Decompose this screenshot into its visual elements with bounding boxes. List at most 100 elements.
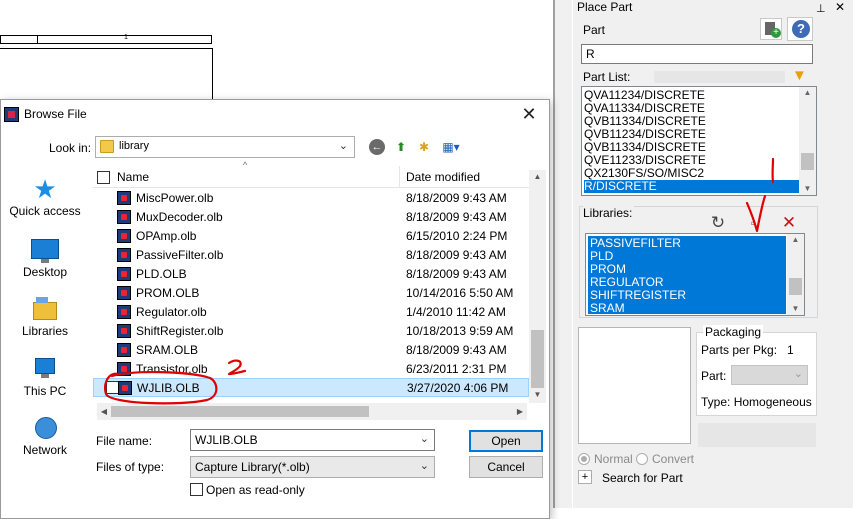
file-type-select[interactable]: Capture Library(*.olb) ⌄: [190, 456, 435, 478]
file-row[interactable]: Regulator.olb 1/4/2010 11:42 AM: [93, 303, 529, 322]
file-type-value: Capture Library(*.olb): [195, 460, 310, 474]
read-only-checkbox[interactable]: [190, 483, 203, 496]
chevron-down-icon: ⌄: [339, 139, 348, 152]
chevron-down-icon[interactable]: ⌄: [420, 432, 429, 445]
search-for-part-label[interactable]: Search for Part: [602, 471, 683, 485]
place-this-pc[interactable]: This PC: [3, 356, 87, 398]
library-file-icon: [117, 362, 131, 376]
new-folder-button[interactable]: ✱: [415, 138, 433, 156]
library-item[interactable]: SRAM: [590, 302, 625, 315]
file-list[interactable]: ^ Name Date modified MiscPower.olb 8/18/…: [93, 166, 543, 398]
file-row-selected[interactable]: WJLIB.OLB 3/27/2020 4:06 PM: [93, 378, 529, 397]
view-menu-button[interactable]: ▦▾: [438, 138, 464, 156]
back-button[interactable]: ←: [369, 139, 385, 155]
packaging-extra-field: [698, 423, 816, 447]
file-name: PROM.OLB: [136, 286, 199, 300]
file-row[interactable]: PassiveFilter.olb 8/18/2009 9:43 AM: [93, 246, 529, 265]
library-file-icon: [117, 191, 131, 205]
column-name[interactable]: Name: [117, 170, 149, 184]
place-label: This PC: [24, 384, 67, 398]
help-button[interactable]: ?: [787, 17, 813, 41]
read-only-label[interactable]: Open as read-only: [206, 483, 305, 497]
part-label: Part: [583, 23, 605, 37]
convert-radio[interactable]: [636, 453, 648, 465]
file-row[interactable]: ShiftRegister.olb 10/18/2013 9:59 AM: [93, 322, 529, 341]
expand-search-button[interactable]: +: [578, 470, 592, 484]
file-row[interactable]: PLD.OLB 8/18/2009 9:43 AM: [93, 265, 529, 284]
file-row[interactable]: MiscPower.olb 8/18/2009 9:43 AM: [93, 189, 529, 208]
convert-label[interactable]: Convert: [652, 452, 694, 466]
part-list-scrollbar[interactable]: ▲ ▼: [799, 87, 816, 195]
place-quick-access[interactable]: ★ Quick access: [3, 176, 87, 218]
scroll-thumb[interactable]: [789, 278, 802, 295]
file-date: 10/14/2016 5:50 AM: [406, 286, 513, 300]
open-button[interactable]: Open: [469, 430, 543, 452]
normal-label[interactable]: Normal: [594, 452, 633, 466]
part-input-value: R: [586, 47, 595, 61]
plus-icon: +: [771, 28, 781, 38]
app-icon: [4, 107, 19, 122]
column-separator[interactable]: [399, 166, 400, 188]
close-icon[interactable]: ✕: [835, 0, 845, 14]
dialog-title: Browse File: [24, 107, 87, 121]
file-row[interactable]: OPAmp.olb 6/15/2010 2:24 PM: [93, 227, 529, 246]
scroll-down-icon[interactable]: ▼: [799, 183, 816, 195]
file-date: 6/23/2011 2:31 PM: [406, 362, 507, 376]
file-name: MiscPower.olb: [136, 191, 213, 205]
file-name-input[interactable]: WJLIB.OLB ⌄: [190, 429, 435, 451]
libraries-list[interactable]: PASSIVEFILTER PLD PROM REGULATOR SHIFTRE…: [585, 233, 805, 316]
file-list-vertical-scrollbar[interactable]: ▲ ▼: [529, 170, 546, 403]
scroll-down-icon[interactable]: ▼: [529, 388, 546, 402]
file-type-label: Files of type:: [96, 460, 164, 474]
place-desktop[interactable]: Desktop: [3, 237, 87, 279]
type-value: Homogeneous: [734, 395, 812, 409]
look-in-select[interactable]: library ⌄: [95, 136, 355, 158]
up-one-level-button[interactable]: ⬆: [392, 138, 410, 156]
refresh-icon[interactable]: ↻: [707, 212, 729, 234]
file-row[interactable]: SRAM.OLB 8/18/2009 9:43 AM: [93, 341, 529, 360]
parts-per-pkg-label: Parts per Pkg:: [701, 343, 777, 357]
packaging-label: Packaging: [703, 325, 763, 339]
normal-radio[interactable]: [578, 453, 590, 465]
scroll-up-icon[interactable]: ▲: [787, 234, 804, 246]
part-list[interactable]: QVA11234/DISCRETE QVA11334/DISCRETE QVB1…: [581, 86, 817, 196]
scroll-right-icon[interactable]: ▶: [513, 403, 527, 420]
file-row[interactable]: MuxDecoder.olb 8/18/2009 9:43 AM: [93, 208, 529, 227]
cancel-button[interactable]: Cancel: [469, 456, 543, 478]
select-all-checkbox[interactable]: [97, 171, 110, 184]
dialog-titlebar[interactable]: Browse File ✕: [1, 100, 549, 130]
place-label: Network: [23, 443, 67, 457]
file-name: SRAM.OLB: [136, 343, 198, 357]
list-item-selected[interactable]: R/DISCRETE: [584, 180, 799, 193]
title-block-ruler: 1: [0, 35, 212, 44]
desktop-icon: [31, 237, 59, 263]
close-button[interactable]: ✕: [515, 104, 543, 126]
file-row[interactable]: PROM.OLB 10/14/2016 5:50 AM: [93, 284, 529, 303]
part-select[interactable]: ⌄: [731, 365, 808, 385]
scroll-left-icon[interactable]: ◀: [97, 403, 111, 420]
remove-library-icon[interactable]: ✕: [778, 212, 800, 234]
filter-icon[interactable]: ▼: [792, 67, 807, 84]
pin-icon[interactable]: ⊥: [816, 2, 826, 15]
scroll-thumb[interactable]: [531, 330, 544, 388]
libraries-scrollbar[interactable]: ▲ ▼: [787, 234, 804, 315]
place-network[interactable]: Network: [3, 415, 87, 457]
scroll-down-icon[interactable]: ▼: [787, 303, 804, 315]
scroll-thumb[interactable]: [111, 406, 369, 417]
add-library-icon[interactable]: ▫: [744, 214, 762, 232]
file-row[interactable]: Transistor.olb 6/23/2011 2:31 PM: [93, 360, 529, 379]
place-label: Libraries: [22, 324, 68, 338]
scroll-up-icon[interactable]: ▲: [529, 170, 546, 184]
column-date-modified[interactable]: Date modified: [406, 170, 480, 184]
add-part-button[interactable]: +: [760, 18, 782, 40]
part-search-input[interactable]: R: [581, 44, 813, 64]
scroll-up-icon[interactable]: ▲: [799, 87, 816, 99]
place-libraries[interactable]: Libraries: [3, 296, 87, 338]
scroll-thumb[interactable]: [801, 153, 814, 170]
network-icon: [31, 415, 59, 441]
file-list-horizontal-scrollbar[interactable]: ◀ ▶: [97, 403, 527, 420]
part-list-header-bar: [654, 71, 785, 83]
place-part-panel: Place Part ⊥ ✕ Part + ? R Part List: ▼ Q…: [573, 0, 853, 508]
file-name: Regulator.olb: [136, 305, 207, 319]
arrow-up-icon: ⬆: [396, 140, 406, 154]
